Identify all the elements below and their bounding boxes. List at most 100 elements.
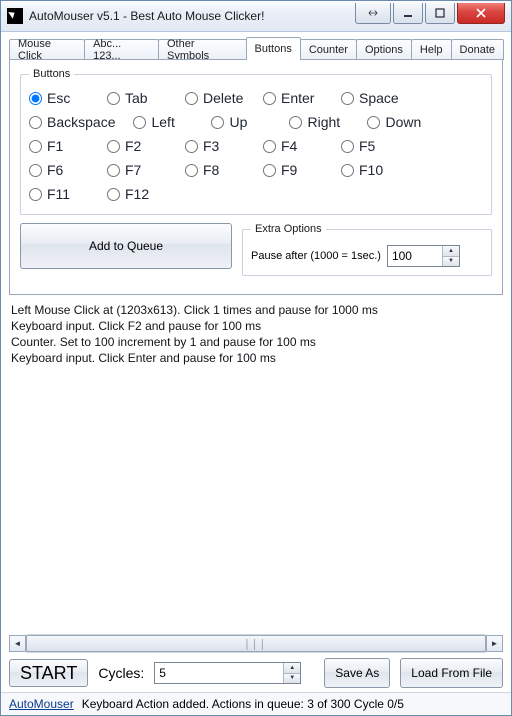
queue-item[interactable]: Keyboard input. Click Enter and pause fo… <box>11 351 503 365</box>
radio-f2[interactable]: F2 <box>107 138 167 154</box>
status-link[interactable]: AutoMouser <box>9 697 74 711</box>
radio-label: F3 <box>203 138 219 154</box>
add-to-queue-button[interactable]: Add to Queue <box>20 223 232 269</box>
spin-up-icon[interactable]: ▲ <box>284 663 300 674</box>
maximize-icon <box>435 8 445 18</box>
client-area: Mouse ClickAbc... 123...Other SymbolsBut… <box>1 32 511 692</box>
radio-f7[interactable]: F7 <box>107 162 167 178</box>
save-as-button[interactable]: Save As <box>324 658 390 688</box>
radio-right[interactable]: Right <box>289 114 349 130</box>
load-from-file-button[interactable]: Load From File <box>400 658 503 688</box>
radio-input-esc[interactable] <box>29 92 42 105</box>
bottom-bar: START Cycles: ▲ ▼ Save As Load From File <box>9 656 503 692</box>
radio-f1[interactable]: F1 <box>29 138 89 154</box>
buttons-group-legend: Buttons <box>29 68 74 80</box>
tab-options[interactable]: Options <box>356 39 412 60</box>
horizontal-scrollbar[interactable]: ◄ │││ ► <box>9 635 503 652</box>
spin-down-icon[interactable]: ▼ <box>443 257 459 267</box>
radio-label: Delete <box>203 90 243 106</box>
radio-input-up[interactable] <box>211 116 224 129</box>
scroll-track[interactable]: │││ <box>26 634 486 653</box>
scroll-right-button[interactable]: ► <box>486 635 503 652</box>
start-button[interactable]: START <box>9 659 88 687</box>
radio-input-f6[interactable] <box>29 164 42 177</box>
radio-input-f1[interactable] <box>29 140 42 153</box>
radio-esc[interactable]: Esc <box>29 90 89 106</box>
tab-counter[interactable]: Counter <box>300 39 357 60</box>
radio-f12[interactable]: F12 <box>107 186 167 202</box>
radio-label: Enter <box>281 90 314 106</box>
scroll-left-button[interactable]: ◄ <box>9 635 26 652</box>
extra-options-group: Extra Options Pause after (1000 = 1sec.)… <box>242 223 492 276</box>
radio-input-enter[interactable] <box>263 92 276 105</box>
radio-input-f7[interactable] <box>107 164 120 177</box>
radio-input-left[interactable] <box>133 116 146 129</box>
radio-input-f10[interactable] <box>341 164 354 177</box>
save-as-label: Save As <box>335 666 379 680</box>
pause-after-spinner[interactable]: ▲ ▼ <box>387 245 460 267</box>
radio-backspace[interactable]: Backspace <box>29 114 115 130</box>
radio-f8[interactable]: F8 <box>185 162 245 178</box>
radio-enter[interactable]: Enter <box>263 90 323 106</box>
radio-f4[interactable]: F4 <box>263 138 323 154</box>
status-bar: AutoMouser Keyboard Action added. Action… <box>1 692 511 715</box>
close-button[interactable] <box>457 3 505 24</box>
radio-input-f5[interactable] <box>341 140 354 153</box>
tab-donate[interactable]: Donate <box>451 39 504 60</box>
queue-item[interactable]: Keyboard input. Click F2 and pause for 1… <box>11 319 503 333</box>
radio-f10[interactable]: F10 <box>341 162 401 178</box>
cycles-input[interactable] <box>155 663 283 683</box>
spin-down-icon[interactable]: ▼ <box>284 674 300 684</box>
radio-f6[interactable]: F6 <box>29 162 89 178</box>
radio-f9[interactable]: F9 <box>263 162 323 178</box>
maximize-button[interactable] <box>425 3 455 24</box>
radio-input-f12[interactable] <box>107 188 120 201</box>
queue-item[interactable]: Counter. Set to 100 increment by 1 and p… <box>11 335 503 349</box>
tab-mouse-click[interactable]: Mouse Click <box>9 39 85 60</box>
scroll-thumb[interactable]: │││ <box>26 635 486 652</box>
radio-label: Backspace <box>47 114 115 130</box>
radio-label: F12 <box>125 186 149 202</box>
radio-space[interactable]: Space <box>341 90 401 106</box>
queue-item[interactable]: Left Mouse Click at (1203x613). Click 1 … <box>11 303 503 317</box>
pause-after-input[interactable] <box>388 246 442 266</box>
radio-label: F1 <box>47 138 63 154</box>
radio-input-f9[interactable] <box>263 164 276 177</box>
radio-down[interactable]: Down <box>367 114 427 130</box>
radio-input-f4[interactable] <box>263 140 276 153</box>
radio-input-right[interactable] <box>289 116 302 129</box>
radio-input-f2[interactable] <box>107 140 120 153</box>
radio-label: F5 <box>359 138 375 154</box>
radio-input-f8[interactable] <box>185 164 198 177</box>
cycles-spinner[interactable]: ▲ ▼ <box>154 662 301 684</box>
radio-label: Right <box>307 114 340 130</box>
radio-input-space[interactable] <box>341 92 354 105</box>
radio-input-f3[interactable] <box>185 140 198 153</box>
radio-input-tab[interactable] <box>107 92 120 105</box>
radio-input-delete[interactable] <box>185 92 198 105</box>
radio-label: F7 <box>125 162 141 178</box>
radio-left[interactable]: Left <box>133 114 193 130</box>
extra-options-legend: Extra Options <box>251 223 326 235</box>
pause-spin-buttons[interactable]: ▲ ▼ <box>442 246 459 266</box>
tab-abc-123-[interactable]: Abc... 123... <box>84 39 159 60</box>
radio-label: F11 <box>47 186 70 202</box>
radio-f5[interactable]: F5 <box>341 138 401 154</box>
help-button[interactable] <box>355 3 391 24</box>
minimize-button[interactable] <box>393 3 423 24</box>
tab-buttons[interactable]: Buttons <box>246 37 301 60</box>
spin-up-icon[interactable]: ▲ <box>443 246 459 257</box>
radio-label: F9 <box>281 162 297 178</box>
cycles-spin-buttons[interactable]: ▲ ▼ <box>283 663 300 683</box>
radio-label: Space <box>359 90 399 106</box>
radio-f11[interactable]: F11 <box>29 186 89 202</box>
radio-input-backspace[interactable] <box>29 116 42 129</box>
radio-tab[interactable]: Tab <box>107 90 167 106</box>
tab-help[interactable]: Help <box>411 39 452 60</box>
tab-other-symbols[interactable]: Other Symbols <box>158 39 247 60</box>
radio-up[interactable]: Up <box>211 114 271 130</box>
radio-delete[interactable]: Delete <box>185 90 245 106</box>
radio-f3[interactable]: F3 <box>185 138 245 154</box>
radio-input-f11[interactable] <box>29 188 42 201</box>
radio-input-down[interactable] <box>367 116 380 129</box>
